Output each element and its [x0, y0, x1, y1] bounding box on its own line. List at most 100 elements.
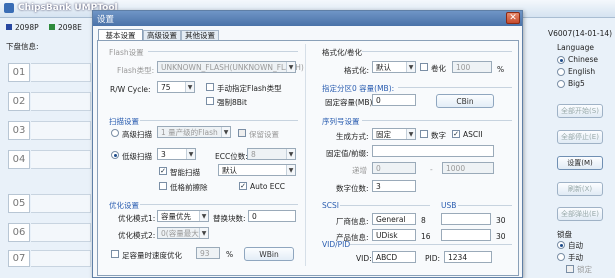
lock-checkbox[interactable]: 锁定	[566, 264, 602, 274]
product-input[interactable]: UDisk	[372, 229, 416, 241]
radio-icon	[557, 241, 565, 249]
port-04[interactable]: 04	[8, 150, 30, 169]
serial-digit-checkbox[interactable]: 数字	[420, 130, 450, 140]
smart-scan-select[interactable]: 默认 ▼	[218, 164, 296, 176]
opt-section-title: 优化设置	[109, 201, 139, 210]
chevron-down-icon: ▼	[286, 149, 295, 159]
chevron-down-icon: ▼	[406, 129, 415, 139]
vol-unit: %	[497, 65, 505, 74]
fixed-capacity-input[interactable]: 0	[372, 94, 416, 106]
radio-icon	[557, 68, 565, 76]
language-big5[interactable]: Big5	[557, 79, 607, 89]
usb-product-input[interactable]	[441, 229, 491, 241]
port-bar	[31, 92, 91, 111]
low-erase-checkbox[interactable]: 低格前擦除	[159, 182, 219, 192]
serial-digits-input[interactable]: 3	[372, 180, 416, 192]
rw-cycle-select[interactable]: 75 ▼	[157, 81, 195, 93]
serial-step-label: 递增	[352, 166, 367, 175]
manual-flash-type-checkbox[interactable]: 手动指定Flash类型	[206, 83, 296, 93]
legend-swatch	[6, 24, 12, 30]
vendor-input[interactable]: General	[372, 213, 416, 225]
radio-icon	[557, 56, 565, 64]
lock-manual[interactable]: 手动	[557, 252, 597, 262]
stop-all-button[interactable]: 全部停止(E)	[557, 130, 603, 144]
replace-blocks-label: 替换块数:	[213, 214, 246, 223]
checkbox-icon	[111, 250, 119, 258]
speed-opt-checkbox[interactable]: 足容量时速度优化	[111, 250, 201, 260]
cbin-button[interactable]: CBin	[436, 94, 494, 108]
serial-fixed-input[interactable]	[372, 145, 494, 157]
checkbox-icon	[566, 265, 574, 273]
usb-product-length: 30	[496, 232, 506, 241]
format-fs-select[interactable]: 默认 ▼	[372, 61, 416, 73]
vid-input[interactable]: ABCD	[372, 251, 416, 263]
smart-scan-checkbox[interactable]: ✓ 智能扫描	[159, 167, 209, 177]
opt-mode1-select[interactable]: 容量优先 ▼	[157, 210, 209, 222]
checkbox-icon	[238, 129, 246, 137]
replace-blocks-input[interactable]: 0	[248, 210, 296, 222]
divider	[362, 120, 512, 121]
divider	[350, 244, 512, 245]
checkbox-icon	[206, 83, 214, 91]
capacity-section-title: 指定分区0 容量(MB):	[322, 84, 395, 93]
force-8bit-checkbox[interactable]: 强制8Bit	[206, 97, 266, 107]
port-06[interactable]: 06	[8, 223, 30, 242]
low-level-scan-radio[interactable]: 低级扫描	[111, 151, 161, 161]
port-bar	[31, 63, 91, 82]
dialog-titlebar: 设置 ✕	[93, 11, 522, 26]
speed-opt-input[interactable]: 93	[196, 247, 220, 259]
radio-icon	[557, 253, 565, 261]
eject-all-button[interactable]: 全部弹出(E)	[557, 207, 603, 221]
port-07[interactable]: 07	[8, 250, 30, 267]
port-bar	[31, 150, 91, 169]
refresh-button[interactable]: 刷新(X)	[557, 182, 603, 196]
language-english[interactable]: English	[557, 67, 607, 77]
checkbox-icon: ✓	[159, 166, 167, 175]
close-icon[interactable]: ✕	[506, 12, 520, 24]
opt-mode2-select[interactable]: 0(容量最大 ▼	[157, 227, 209, 239]
usb-vendor-input[interactable]	[441, 213, 491, 225]
language-chinese[interactable]: Chinese	[557, 55, 607, 65]
range-dash: -	[430, 165, 433, 174]
lock-auto[interactable]: 自动	[557, 240, 597, 250]
serial-fixed-label: 固定值/前缀:	[326, 149, 369, 158]
format-section-title: 格式化/卷化	[322, 48, 363, 57]
port-bar	[31, 194, 91, 213]
speed-opt-unit: %	[226, 250, 234, 259]
port-03[interactable]: 03	[8, 121, 30, 140]
divider	[140, 120, 298, 121]
auto-ecc-checkbox[interactable]: ✓ Auto ECC	[239, 182, 294, 192]
serial-ascii-checkbox[interactable]: ✓ ASCII	[452, 130, 486, 140]
low-level-scan-select[interactable]: 3 ▼	[157, 148, 196, 160]
pid-label: PID:	[425, 254, 441, 263]
rw-cycle-label: R/W Cycle:	[110, 85, 151, 94]
flash-type-select[interactable]: UNKNOWN_FLASH(UNKNOWN_FLASH) ▼	[157, 61, 304, 73]
keep-setting-checkbox[interactable]: 保留设置	[238, 129, 288, 139]
opt-mode1-label: 优化模式1:	[118, 214, 156, 223]
advanced-scan-select[interactable]: 1 量产级的Flash ▼	[157, 126, 231, 138]
advanced-scan-radio[interactable]: 高级扫描	[111, 129, 161, 139]
settings-button[interactable]: 设置(M)	[557, 156, 603, 170]
serial-step-from-input[interactable]: 0	[372, 162, 416, 174]
serial-digits-label: 数字位数:	[336, 184, 369, 193]
flash-section-title: Flash设置	[109, 48, 144, 57]
wbin-button[interactable]: WBin	[244, 247, 294, 261]
port-bar	[31, 250, 91, 267]
app-icon	[4, 3, 14, 13]
ecc-select[interactable]: 8 ▼	[247, 148, 296, 160]
scan-section-title: 扫描设置	[109, 117, 139, 126]
serial-gen-label: 生成方式:	[336, 132, 369, 141]
vol-checkbox[interactable]: 卷化	[420, 63, 450, 73]
pid-input[interactable]: 1234	[444, 251, 492, 263]
port-01[interactable]: 01	[8, 63, 30, 82]
start-all-button[interactable]: 全部开始(S)	[557, 104, 603, 118]
chevron-down-icon: ▼	[185, 82, 194, 92]
port-05[interactable]: 05	[8, 194, 30, 213]
serial-gen-select[interactable]: 固定 ▼	[372, 128, 416, 140]
port-02[interactable]: 02	[8, 92, 30, 111]
vol-input[interactable]: 100	[452, 61, 492, 73]
serial-step-to-input[interactable]: 1000	[442, 162, 494, 174]
dialog-title: 设置	[97, 15, 115, 25]
column-divider	[305, 44, 306, 266]
checkbox-icon	[206, 97, 214, 105]
